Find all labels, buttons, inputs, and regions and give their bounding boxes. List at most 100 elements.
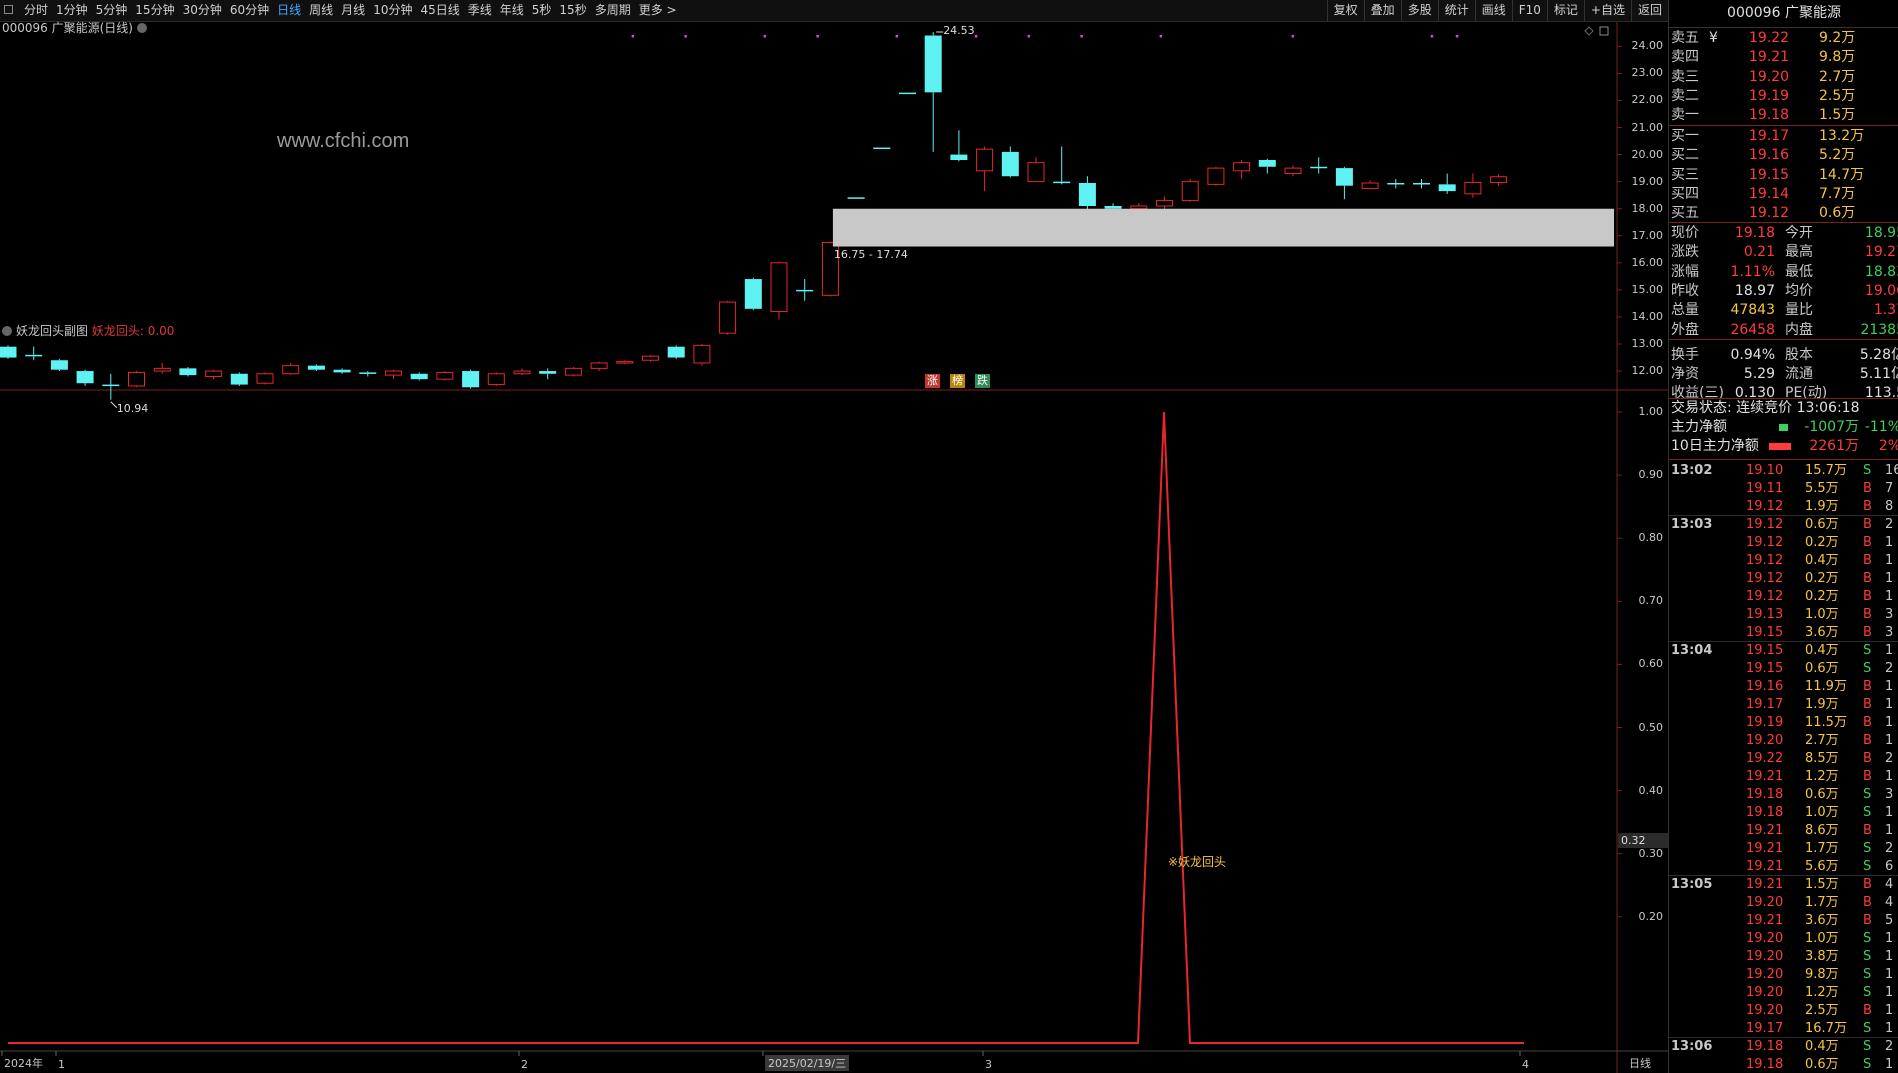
tick-row[interactable]: 19.15 3.6万 B 3 bbox=[1669, 624, 1898, 642]
period-tab[interactable]: 日线 bbox=[273, 0, 305, 21]
menu-icon[interactable] bbox=[4, 5, 13, 14]
candle[interactable] bbox=[487, 372, 505, 386]
tick-row[interactable]: 19.12 0.2万 B 1 bbox=[1669, 534, 1898, 552]
tick-row[interactable]: 13:02 19.10 15.7万 S 16 bbox=[1669, 462, 1898, 480]
candle[interactable] bbox=[1361, 180, 1379, 189]
period-tab[interactable]: 更多 > bbox=[635, 0, 681, 21]
tool-button[interactable]: 画线 bbox=[1474, 0, 1512, 21]
tool-button[interactable]: 标记 bbox=[1546, 0, 1584, 21]
candle[interactable] bbox=[1438, 173, 1456, 194]
candle[interactable] bbox=[667, 345, 685, 359]
candle[interactable] bbox=[513, 368, 531, 376]
candle[interactable] bbox=[976, 146, 994, 192]
candle[interactable] bbox=[1078, 176, 1096, 212]
tick-row[interactable]: 13:05 19.21 1.5万 B 4 bbox=[1669, 876, 1898, 894]
tick-row[interactable]: 13:06 19.18 0.4万 S 2 bbox=[1669, 1038, 1898, 1056]
candle[interactable] bbox=[873, 147, 891, 150]
candle[interactable] bbox=[205, 369, 223, 380]
tick-row[interactable]: 19.12 0.2万 B 1 bbox=[1669, 588, 1898, 606]
period-tab[interactable]: 多周期 bbox=[591, 0, 635, 21]
tick-row[interactable]: 19.12 1.9万 B 8 bbox=[1669, 498, 1898, 516]
order-row[interactable]: 买五 19.12 0.6万 bbox=[1669, 204, 1898, 223]
tick-row[interactable]: 19.21 5.6万 S 6 bbox=[1669, 858, 1898, 876]
tick-row[interactable]: 19.20 1.0万 S 1 bbox=[1669, 930, 1898, 948]
period-tab[interactable]: 月线 bbox=[337, 0, 369, 21]
tick-row[interactable]: 19.21 8.6万 B 1 bbox=[1669, 822, 1898, 840]
indicator-line[interactable] bbox=[8, 411, 1524, 1044]
candle[interactable] bbox=[307, 364, 325, 372]
tick-row[interactable]: 19.22 8.5万 B 2 bbox=[1669, 750, 1898, 768]
candle[interactable] bbox=[539, 368, 557, 380]
period-tab[interactable]: 60分钟 bbox=[226, 0, 273, 21]
candle[interactable] bbox=[1310, 157, 1328, 174]
candle[interactable] bbox=[102, 373, 120, 400]
period-tab[interactable]: 10分钟 bbox=[369, 0, 416, 21]
period-tab[interactable]: 1分钟 bbox=[52, 0, 92, 21]
period-tab[interactable]: 45日线 bbox=[416, 0, 463, 21]
order-row[interactable]: 买四 19.14 7.7万 bbox=[1669, 185, 1898, 204]
candle[interactable] bbox=[256, 372, 274, 385]
candle[interactable] bbox=[282, 362, 300, 376]
candle[interactable] bbox=[436, 371, 454, 381]
candle[interactable] bbox=[1490, 174, 1508, 187]
window-restore-icon[interactable] bbox=[1599, 26, 1609, 36]
tool-button[interactable]: +自选 bbox=[1583, 0, 1631, 21]
candle[interactable] bbox=[693, 344, 711, 366]
candle[interactable] bbox=[385, 369, 402, 380]
tick-row[interactable]: 19.11 5.5万 B 7 bbox=[1669, 480, 1898, 498]
candle[interactable] bbox=[333, 368, 351, 374]
candle[interactable] bbox=[230, 372, 248, 386]
tick-row[interactable]: 19.19 11.5万 B 1 bbox=[1669, 714, 1898, 732]
candle[interactable] bbox=[1258, 158, 1276, 174]
tick-row[interactable]: 19.20 1.2万 S 1 bbox=[1669, 984, 1898, 1002]
candle[interactable] bbox=[50, 358, 68, 372]
order-row[interactable]: 买一 19.17 13.2万 bbox=[1669, 127, 1898, 146]
candle[interactable] bbox=[1413, 178, 1430, 189]
tick-row[interactable]: 19.20 2.7万 B 1 bbox=[1669, 732, 1898, 750]
candle[interactable] bbox=[1207, 166, 1225, 186]
candle[interactable] bbox=[564, 367, 582, 377]
tool-button[interactable]: F10 bbox=[1511, 0, 1547, 21]
period-tab[interactable]: 15分钟 bbox=[131, 0, 178, 21]
candle[interactable] bbox=[359, 371, 377, 377]
candle[interactable] bbox=[1001, 146, 1019, 178]
chart-canvas[interactable] bbox=[0, 22, 1668, 1073]
order-row[interactable]: 买二 19.16 5.2万 bbox=[1669, 146, 1898, 165]
tick-row[interactable]: 19.21 1.7万 S 2 bbox=[1669, 840, 1898, 858]
candle[interactable] bbox=[1053, 146, 1071, 185]
tool-button[interactable]: 返回 bbox=[1630, 0, 1668, 21]
tick-row[interactable]: 19.21 1.2万 B 1 bbox=[1669, 768, 1898, 786]
period-tab[interactable]: 15秒 bbox=[555, 0, 590, 21]
order-row[interactable]: 卖二 19.19 2.5万 bbox=[1669, 87, 1898, 106]
period-tab[interactable]: 周线 bbox=[305, 0, 337, 21]
settings-dot-icon[interactable] bbox=[137, 23, 147, 33]
tick-row[interactable]: 19.20 3.8万 S 1 bbox=[1669, 948, 1898, 966]
candle[interactable] bbox=[796, 279, 814, 301]
order-row[interactable]: 卖五 ¥19.22 9.2万 bbox=[1669, 29, 1898, 48]
order-row[interactable]: 买三 19.15 14.7万 bbox=[1669, 166, 1898, 185]
tick-row[interactable]: 19.12 0.2万 B 1 bbox=[1669, 570, 1898, 588]
candle[interactable] bbox=[616, 360, 634, 365]
signal-tag[interactable]: 榜 bbox=[950, 374, 965, 388]
tool-button[interactable]: 复权 bbox=[1326, 0, 1364, 21]
signal-tag[interactable]: 跌 bbox=[975, 374, 990, 388]
tick-row[interactable]: 19.18 0.6万 S 1 bbox=[1669, 1056, 1898, 1073]
order-row[interactable]: 卖四 19.21 9.8万 bbox=[1669, 48, 1898, 67]
candle[interactable] bbox=[25, 346, 43, 361]
candle[interactable] bbox=[179, 367, 197, 377]
candle[interactable] bbox=[1181, 178, 1199, 202]
tick-row[interactable]: 19.20 9.8万 S 1 bbox=[1669, 966, 1898, 984]
order-row[interactable]: 卖一 19.18 1.5万 bbox=[1669, 106, 1898, 125]
signal-tag[interactable]: 涨 bbox=[925, 374, 940, 388]
candle[interactable] bbox=[847, 197, 865, 199]
candle[interactable] bbox=[410, 372, 428, 381]
candle[interactable] bbox=[1233, 160, 1251, 179]
candle[interactable] bbox=[128, 371, 145, 388]
tick-row[interactable]: 19.15 0.6万 S 2 bbox=[1669, 660, 1898, 678]
candle[interactable] bbox=[590, 361, 608, 372]
order-row[interactable]: 卖三 19.20 2.7万 bbox=[1669, 68, 1898, 87]
indicator-toggle-icon[interactable] bbox=[2, 326, 12, 336]
candle[interactable] bbox=[744, 277, 762, 311]
candle[interactable] bbox=[899, 92, 916, 95]
candle[interactable] bbox=[950, 130, 968, 162]
